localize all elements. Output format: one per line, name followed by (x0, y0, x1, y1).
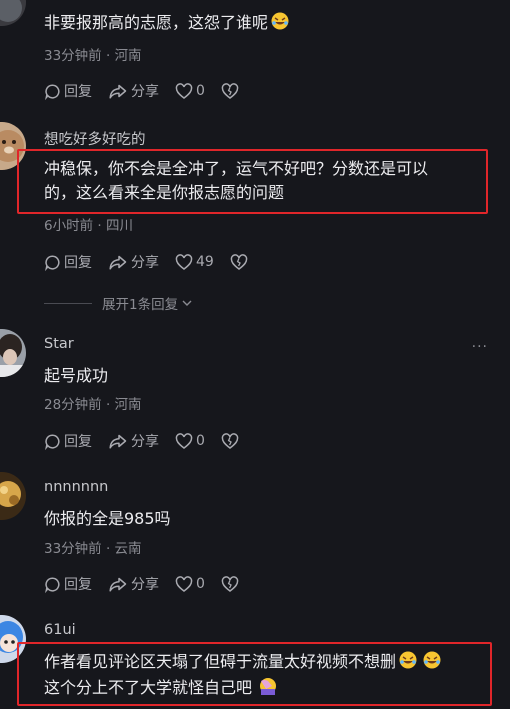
reply-icon (45, 433, 60, 450)
dislike-button[interactable] (230, 253, 251, 271)
broken-heart-icon (221, 432, 239, 449)
expand-replies-label: 展开1条回复 (102, 297, 179, 313)
username[interactable]: 想吃好多好吃的 (44, 128, 146, 149)
comment-meta: 6小时前 · 四川 (44, 218, 133, 234)
reply-icon (45, 254, 60, 271)
like-button[interactable]: 0 (175, 432, 205, 450)
heart-icon (175, 82, 193, 99)
share-icon (109, 577, 127, 592)
share-button[interactable]: 分享 (108, 574, 159, 594)
broken-heart-icon (221, 82, 239, 99)
share-icon (109, 84, 127, 99)
heart-icon (175, 575, 193, 592)
reply-button[interactable]: 回复 (44, 252, 92, 272)
reply-button[interactable]: 回复 (44, 431, 92, 451)
like-count: 0 (196, 83, 205, 99)
comment-text: 你报的全是985吗 (44, 509, 171, 528)
highlight-box-2 (17, 642, 492, 706)
dislike-button[interactable] (221, 82, 242, 100)
like-count: 0 (196, 433, 205, 449)
avatar[interactable] (0, 0, 26, 26)
username[interactable]: nnnnnnn (44, 479, 108, 495)
share-icon (109, 434, 127, 449)
comment-actions: 回复 分享 0 (44, 81, 242, 101)
comment-meta: 33分钟前 · 云南 (44, 541, 142, 557)
comment-text: 起号成功 (44, 366, 109, 385)
avatar[interactable] (0, 329, 26, 377)
comment-meta: 28分钟前 · 河南 (44, 397, 142, 413)
comment-actions: 回复 分享 0 (44, 431, 242, 451)
comment-actions: 回复 分享 0 (44, 574, 242, 594)
share-button[interactable]: 分享 (108, 252, 159, 272)
dislike-button[interactable] (221, 432, 242, 450)
dislike-button[interactable] (221, 575, 242, 593)
reply-icon (45, 576, 60, 593)
share-button[interactable]: 分享 (108, 431, 159, 451)
highlight-box-1 (17, 149, 488, 214)
like-count: 49 (196, 254, 214, 270)
comment-meta: 33分钟前 · 河南 (44, 48, 142, 64)
broken-heart-icon (221, 575, 239, 592)
username[interactable]: 61ui (44, 622, 76, 638)
reply-icon (45, 83, 60, 100)
broken-heart-icon (230, 253, 248, 270)
divider (44, 302, 92, 304)
avatar[interactable] (0, 472, 26, 520)
like-button[interactable]: 0 (175, 82, 205, 100)
reply-button[interactable]: 回复 (44, 81, 92, 101)
share-icon (109, 255, 127, 270)
heart-icon (175, 253, 193, 270)
like-button[interactable]: 49 (175, 253, 214, 271)
chevron-down-icon (182, 300, 192, 306)
grinning-tears-emoji (271, 12, 289, 37)
like-button[interactable]: 0 (175, 575, 205, 593)
reply-button[interactable]: 回复 (44, 574, 92, 594)
more-options-button[interactable]: ··· (472, 339, 488, 355)
expand-replies-button[interactable]: 展开1条回复 (44, 293, 194, 313)
comment-actions: 回复 分享 49 (44, 252, 251, 272)
comment-text: 非要报那高的志愿，这怨了谁呢 (44, 11, 494, 37)
heart-icon (175, 432, 193, 449)
like-count: 0 (196, 576, 205, 592)
share-button[interactable]: 分享 (108, 81, 159, 101)
username[interactable]: Star (44, 336, 74, 352)
